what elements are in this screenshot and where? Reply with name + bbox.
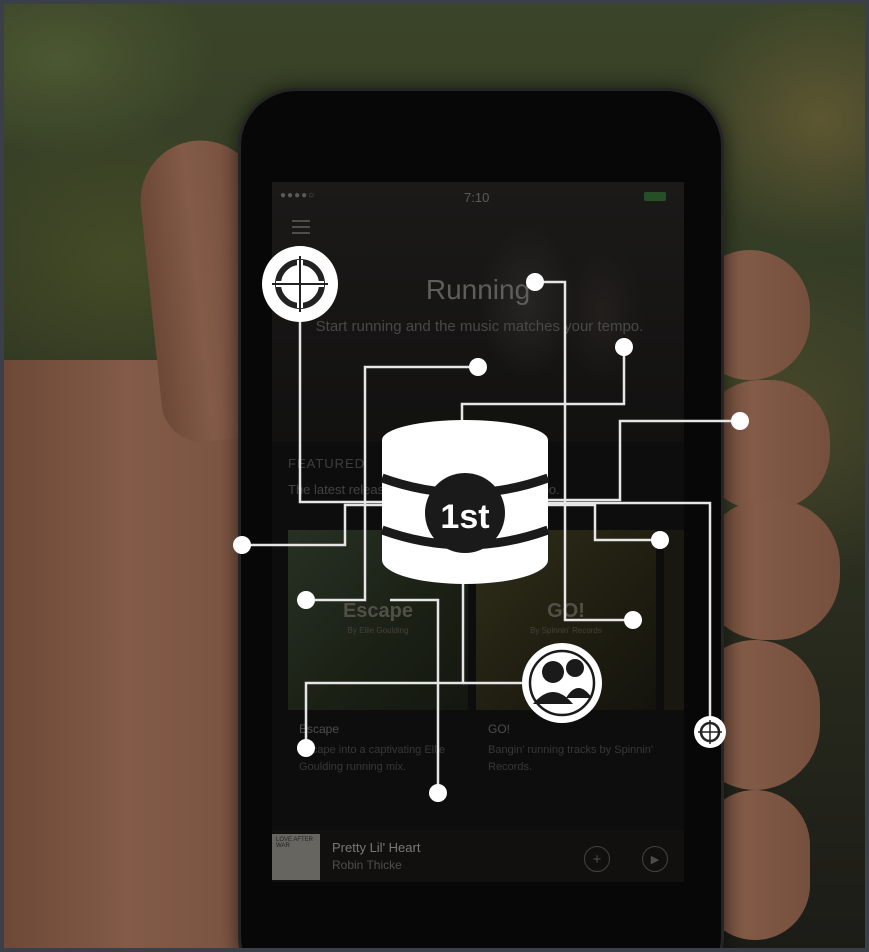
connector-line	[540, 503, 660, 542]
database-icon: 1st	[380, 420, 550, 584]
photo-scene: ●●●●○ 7:10 Running Start running and the…	[0, 0, 869, 952]
crosshair-small-icon	[694, 716, 726, 748]
node-dot	[624, 611, 642, 629]
connector-line	[535, 280, 633, 622]
connector-line	[242, 503, 390, 547]
crosshair-large-icon	[262, 246, 338, 322]
node-dot	[233, 536, 251, 554]
node-dot	[526, 273, 544, 291]
connector-line	[390, 598, 440, 793]
users-icon	[522, 643, 602, 723]
node-dot	[429, 784, 447, 802]
connector-line	[298, 300, 390, 504]
connector-line	[540, 419, 740, 502]
node-dot	[615, 338, 633, 356]
connector-line	[304, 560, 465, 748]
node-dot	[651, 531, 669, 549]
node-dot	[731, 412, 749, 430]
node-dot	[297, 739, 315, 757]
connection-diagram-overlay: 1st	[233, 246, 749, 802]
node-dot	[469, 358, 487, 376]
rank-badge: 1st	[440, 498, 489, 536]
node-dot	[297, 591, 315, 609]
